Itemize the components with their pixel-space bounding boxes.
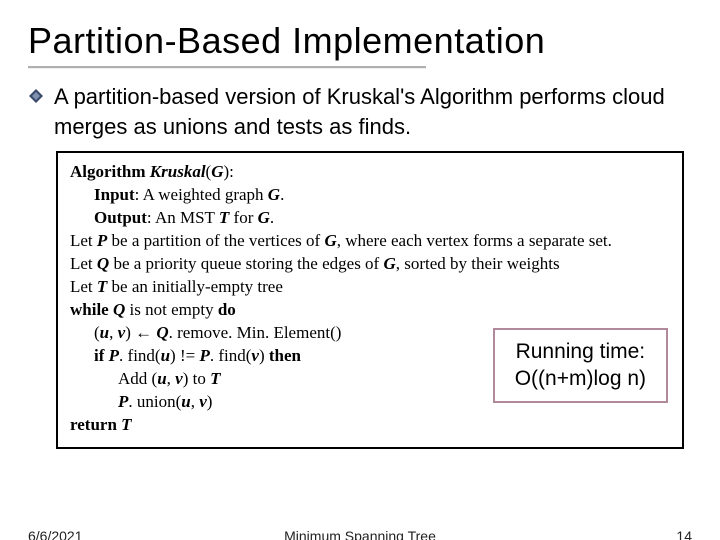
t: u	[161, 346, 170, 365]
algo-let-q: Let Q be a priority queue storing the ed…	[70, 253, 670, 276]
t: do	[218, 300, 236, 319]
running-time-box: Running time: O((n+m)log n)	[493, 328, 668, 403]
t: G	[258, 208, 270, 227]
t: T	[210, 369, 220, 388]
t: .	[270, 208, 274, 227]
t: Algorithm	[70, 162, 150, 181]
t: Add (	[118, 369, 157, 388]
rt-line2: O((n+m)log n)	[515, 365, 646, 392]
t: u	[157, 369, 166, 388]
t: v	[251, 346, 259, 365]
diamond-bullet-icon	[28, 88, 44, 109]
t: T	[97, 277, 107, 296]
t: )	[259, 346, 269, 365]
t: . remove. Min. Element()	[169, 323, 342, 342]
t: Q	[97, 254, 109, 273]
algo-while: while Q is not empty do	[70, 299, 670, 322]
t: ,	[191, 392, 200, 411]
t: Let	[70, 254, 97, 273]
t: Q	[113, 300, 125, 319]
t: . find(	[210, 346, 252, 365]
t: for	[229, 208, 257, 227]
t: if	[94, 346, 109, 365]
arrow-icon: ←	[135, 323, 156, 342]
algorithm-box: Algorithm Kruskal(G): Input: A weighted …	[56, 151, 684, 448]
t: Q	[156, 323, 168, 342]
footer-date: 6/6/2021	[28, 528, 83, 540]
t: ,	[109, 323, 118, 342]
t: ):	[224, 162, 234, 181]
t: while	[70, 300, 113, 319]
t: G	[211, 162, 223, 181]
t: u	[100, 323, 109, 342]
t: . union(	[128, 392, 181, 411]
t: T	[121, 415, 131, 434]
footer-title: Minimum Spanning Tree	[284, 528, 436, 540]
t: )	[125, 323, 135, 342]
algo-output: Output: An MST T for G.	[70, 207, 670, 230]
t: is not empty	[125, 300, 218, 319]
t: then	[269, 346, 301, 365]
t: : A weighted graph	[135, 185, 268, 204]
t: , sorted by their weights	[396, 254, 560, 273]
algo-input: Input: A weighted graph G.	[70, 184, 670, 207]
t: , where each vertex forms a separate set…	[337, 231, 612, 250]
t: Output	[94, 208, 147, 227]
t: T	[219, 208, 229, 227]
algo-return: return T	[70, 414, 670, 437]
slide: Partition-Based Implementation A partiti…	[0, 0, 720, 540]
t: P	[118, 392, 128, 411]
t: )	[207, 392, 213, 411]
algo-let-p: Let P be a partition of the vertices of …	[70, 230, 670, 253]
t: v	[175, 369, 183, 388]
t: Input	[94, 185, 135, 204]
t: v	[199, 392, 207, 411]
t: be a priority queue storing the edges of	[109, 254, 383, 273]
t: G	[268, 185, 280, 204]
t: G	[324, 231, 336, 250]
t: ) to	[183, 369, 210, 388]
rt-line1: Running time:	[515, 338, 646, 365]
t: ,	[167, 369, 176, 388]
t: : An MST	[147, 208, 219, 227]
t: Kruskal	[150, 162, 206, 181]
t: Let	[70, 231, 97, 250]
t: P	[97, 231, 107, 250]
algo-header: Algorithm Kruskal(G):	[70, 161, 670, 184]
t: G	[383, 254, 395, 273]
slide-title: Partition-Based Implementation	[28, 20, 692, 62]
algo-let-t: Let T be an initially-empty tree	[70, 276, 670, 299]
t: . find(	[119, 346, 161, 365]
title-rule	[28, 66, 426, 68]
t: .	[280, 185, 284, 204]
t: P	[199, 346, 209, 365]
t: return	[70, 415, 121, 434]
footer-page-number: 14	[676, 528, 692, 540]
t: u	[181, 392, 190, 411]
t: be a partition of the vertices of	[107, 231, 324, 250]
t: P	[109, 346, 119, 365]
bullet-text: A partition-based version of Kruskal's A…	[54, 82, 692, 141]
t: Let	[70, 277, 97, 296]
bullet-row: A partition-based version of Kruskal's A…	[28, 82, 692, 141]
t: be an initially-empty tree	[107, 277, 283, 296]
t: ) !=	[170, 346, 199, 365]
